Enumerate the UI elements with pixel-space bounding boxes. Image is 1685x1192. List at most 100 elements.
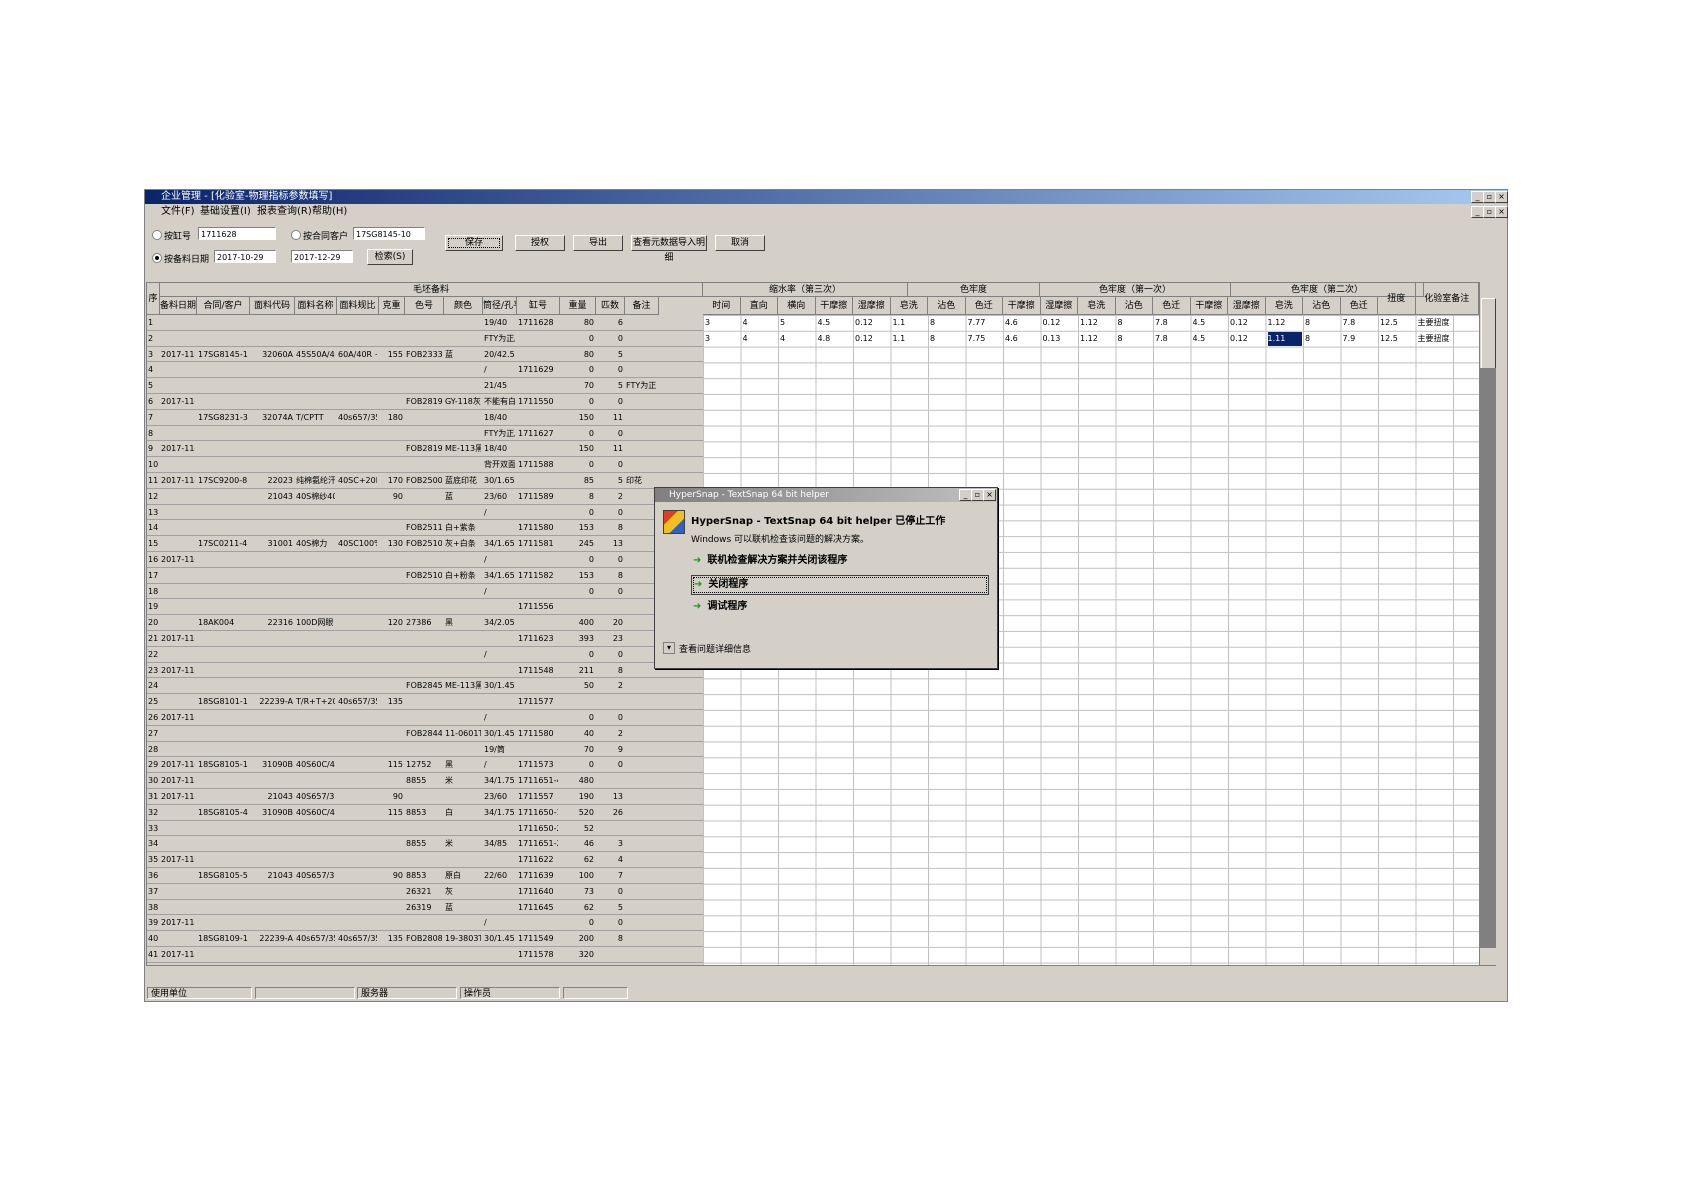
result-cell[interactable]: 7.8 (1155, 332, 1168, 346)
table-row[interactable]: 112017-11-2317SC9200-822023纯棉氨纶汗40SC+20D… (147, 473, 703, 489)
cell-pcs[interactable]: 11 (597, 441, 623, 456)
cell-contract[interactable]: 18SG8109-12 (198, 931, 248, 946)
cell-weight[interactable]: 73 (561, 884, 594, 899)
cell-date[interactable]: 2017-11-23 (161, 947, 195, 962)
cell-code[interactable]: 21043 (251, 868, 293, 883)
cell-spec[interactable]: 40SC+20D氨 (338, 473, 377, 488)
cell-n[interactable]: 38 (148, 900, 158, 915)
dialog-close-button[interactable]: × (983, 489, 996, 501)
menu-settings[interactable]: 基础设置(I) (200, 204, 251, 219)
cell-code[interactable]: 32060A (251, 347, 293, 362)
cell-gsm[interactable]: 135 (380, 931, 403, 946)
cell-color_no[interactable]: FOB25107 (406, 536, 442, 551)
cell-name[interactable]: T/CPTT (296, 410, 335, 425)
table-row[interactable]: 302017-11-24 8855米34/1.75(1711651-4480 (147, 773, 703, 789)
cell-weight[interactable]: 0 (561, 915, 594, 930)
result-cell[interactable]: 7.9 (1343, 332, 1356, 346)
cell-color_no[interactable]: FOB28199 (406, 394, 442, 409)
cell-name[interactable]: 纯棉氨纶汗 (296, 473, 335, 488)
cell-weight[interactable]: 80 (561, 347, 594, 362)
cell-weight[interactable]: 245 (561, 536, 594, 551)
cell-pcs[interactable]: 8 (597, 568, 623, 583)
cell-pcs[interactable]: 20 (597, 615, 623, 630)
table-row[interactable]: 8 FTY为正/1711627 0 0 (147, 426, 703, 442)
cell-weight[interactable]: 400 (561, 615, 594, 630)
result-cell[interactable]: 3 (705, 332, 710, 346)
cell-n[interactable]: 2 (148, 331, 158, 346)
cell-gsm[interactable]: 155 (380, 347, 403, 362)
cell-batch[interactable]: 1711628 (518, 315, 558, 330)
cell-date[interactable]: 2017-11-22 (161, 552, 195, 567)
cell-n[interactable]: 14 (148, 520, 158, 535)
cell-name[interactable]: T/R+T+20D氨 (296, 694, 335, 709)
cell-tube[interactable]: 18/40 (484, 410, 515, 425)
cell-color[interactable]: 蓝 (445, 347, 481, 362)
cell-n[interactable]: 27 (148, 726, 158, 741)
table-row[interactable]: 27 FOB2844911-0601T30/1.45(1711580402 (147, 726, 703, 742)
cell-pcs[interactable]: 5 (597, 378, 623, 393)
cell-pcs[interactable]: 0 (597, 647, 623, 662)
cell-batch[interactable]: 1711623 (518, 631, 558, 646)
result-cell[interactable]: 3 (705, 316, 710, 330)
cell-n[interactable]: 3 (148, 347, 158, 362)
cell-weight[interactable]: 0 (561, 362, 594, 377)
cell-batch[interactable]: 1711578 (518, 947, 558, 962)
table-row[interactable]: 34 8855 米 34/85 1711651-2 46 3 (147, 836, 703, 853)
cell-color[interactable]: 11-0601T (445, 726, 481, 741)
cell-n[interactable]: 37 (148, 884, 158, 899)
cell-spec[interactable]: 40SC100% (338, 536, 377, 551)
close-button[interactable]: × (1495, 191, 1508, 203)
cell-spec[interactable]: 40s657/35 (338, 410, 377, 425)
cell-color[interactable]: GY-118灰 (445, 394, 481, 409)
cell-pcs[interactable]: 0 (597, 757, 623, 772)
cell-n[interactable]: 6 (148, 394, 158, 409)
cancel-button[interactable]: 取消 (715, 235, 765, 251)
radio-contract[interactable] (291, 230, 301, 240)
cell-contract[interactable]: 17SC0211-4 (198, 536, 248, 551)
cell-n[interactable]: 25 (148, 694, 158, 709)
cell-contract[interactable]: 18SG8105-1 (198, 757, 248, 772)
cell-pcs[interactable]: 0 (597, 394, 623, 409)
cell-color[interactable]: 黑 (445, 757, 481, 772)
table-row[interactable]: 412017-11-23 1711578320 (147, 947, 703, 963)
cell-color_no[interactable]: 27386 (406, 615, 442, 630)
cell-n[interactable]: 31 (148, 789, 158, 804)
result-cell[interactable]: 主要扭度 (1418, 332, 1450, 346)
cell-spec[interactable]: 40s657/35 (338, 694, 377, 709)
table-row[interactable]: 162017-11-22 / 00 (147, 552, 703, 568)
cell-tube[interactable]: 23/60 (484, 789, 515, 804)
table-row[interactable]: 212017-11-24 171162339323 (147, 631, 703, 647)
date-to-select[interactable]: 2017-12-29 (291, 250, 353, 263)
cell-batch[interactable]: 1711651-4 (518, 773, 558, 788)
cell-tube[interactable]: 20/42.5 (484, 347, 515, 362)
cell-tube[interactable]: 34/1.65( (484, 536, 515, 551)
cell-weight[interactable]: 200 (561, 931, 594, 946)
table-row[interactable]: 232017-11-22 17115482118 (147, 663, 703, 679)
cell-code[interactable]: 22239-A (251, 931, 293, 946)
cell-color[interactable]: 黑 (445, 615, 481, 630)
cell-tube[interactable]: 背开双面/ (484, 457, 515, 472)
table-row[interactable]: 92017-11-24 FOB28198ME-113黑18/40 15011 (147, 441, 703, 458)
result-cell[interactable]: 4.5 (818, 316, 831, 330)
cell-code[interactable]: 31090B (251, 805, 293, 820)
cell-tube[interactable]: / (484, 552, 515, 567)
radio-date[interactable] (152, 253, 162, 263)
result-cell[interactable]: 7.75 (968, 332, 986, 346)
cell-weight[interactable]: 520 (561, 805, 594, 820)
table-row[interactable]: 312017-11-22 2104340S657/35C 90 23/60171155… (147, 789, 703, 805)
cell-batch[interactable]: 1711580 (518, 726, 558, 741)
scroll-thumb[interactable] (1481, 298, 1496, 370)
cell-color[interactable]: 原白 (445, 868, 481, 883)
cell-tube[interactable]: 22/60 (484, 868, 515, 883)
cell-color_no[interactable]: 26319 (406, 900, 442, 915)
result-cell[interactable]: 4 (743, 316, 748, 330)
cell-n[interactable]: 24 (148, 678, 158, 693)
cell-color[interactable]: 白+紫条 (445, 520, 481, 535)
cell-name[interactable]: 40S60C/40T (296, 757, 335, 772)
cell-pcs[interactable]: 0 (597, 584, 623, 599)
cell-n[interactable]: 12 (148, 489, 158, 504)
result-cell[interactable]: 8 (930, 316, 935, 330)
cell-name[interactable]: 40s657/35& (296, 931, 335, 946)
cell-code[interactable]: 31090B (251, 757, 293, 772)
cell-weight[interactable]: 320 (561, 947, 594, 962)
